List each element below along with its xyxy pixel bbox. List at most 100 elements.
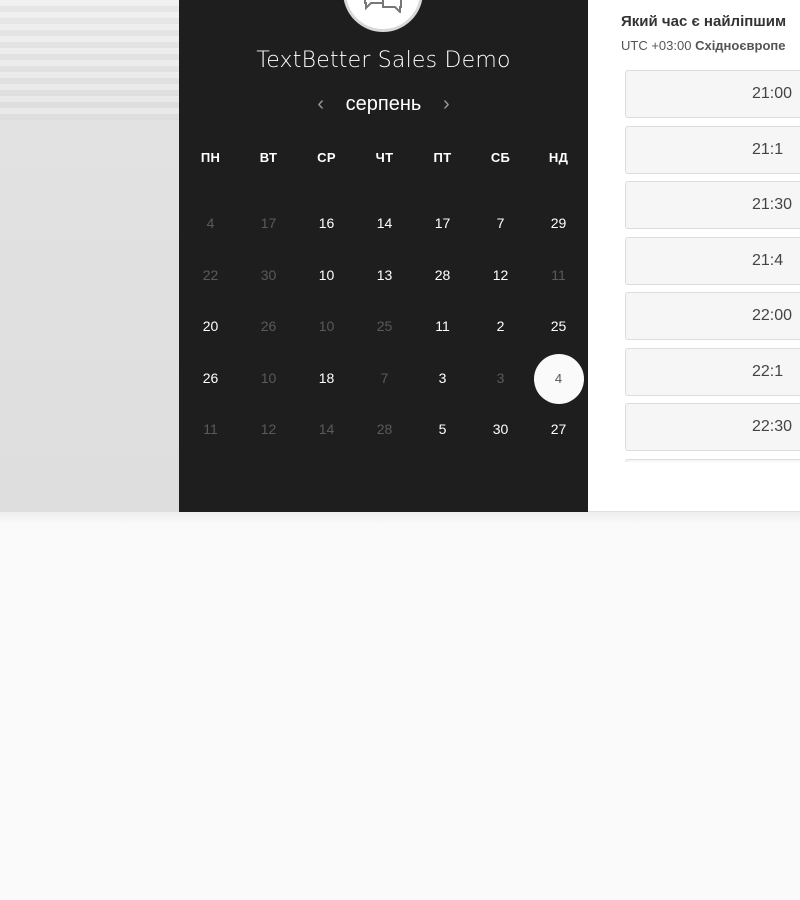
- chat-bubbles-icon: [364, 0, 402, 13]
- calendar-day-number: 3: [496, 369, 505, 386]
- calendar-day-number: 11: [203, 421, 218, 437]
- time-slot-button[interactable]: 21:30: [625, 181, 800, 229]
- calendar-day[interactable]: 10: [298, 252, 356, 298]
- calendar-day: 11: [530, 252, 588, 298]
- calendar-day-number: 4: [533, 353, 584, 404]
- time-slot-button[interactable]: 22:1: [625, 347, 800, 396]
- calendar-day-number: 28: [434, 266, 451, 283]
- calendar-day-number: 12: [260, 421, 277, 437]
- weekday-header: ПН ВТ СР ЧТ ПТ СБ НД: [179, 150, 588, 165]
- calendar-day-number: 18: [318, 369, 335, 386]
- calendar-day-number: 11: [435, 318, 450, 334]
- calendar-day: 25: [356, 303, 414, 349]
- calendar-day-number: 25: [376, 318, 393, 334]
- calendar-day[interactable]: 5: [414, 406, 472, 452]
- calendar-day-number: 13: [376, 266, 393, 283]
- calendar-day[interactable]: 2: [472, 303, 530, 349]
- calendar-day: 3: [472, 355, 530, 401]
- weekday-fri: ПТ: [433, 150, 452, 165]
- calendar-week-row: 20 26 10 25 11 2 25: [179, 303, 588, 349]
- chevron-right-icon[interactable]: ›: [439, 90, 453, 118]
- calendar-day-number: 3: [438, 369, 447, 386]
- calendar-day[interactable]: 30: [472, 406, 530, 452]
- calendar-day[interactable]: 17: [414, 200, 472, 246]
- time-slot-button[interactable]: 22:30: [625, 403, 800, 451]
- calendar-day-number: 26: [202, 369, 219, 386]
- calendar-week-row: 26 10 18 7 3 3 4: [179, 353, 588, 404]
- calendar-day-number: 26: [260, 318, 277, 334]
- calendar-panel: TextBetter Sales Demo ‹ серпень › ПН ВТ …: [179, 0, 588, 512]
- weekday-sat: СБ: [490, 150, 511, 165]
- calendar-day[interactable]: 25: [530, 303, 588, 349]
- time-question-heading: Який час є найліпшим: [621, 13, 787, 30]
- month-navigation: ‹ серпень ›: [179, 90, 588, 118]
- calendar-day-number: 4: [206, 215, 215, 231]
- calendar-day: 30: [240, 252, 298, 298]
- calendar-week-row: 4 17 16 14 17 7 29: [179, 200, 588, 246]
- calendar-day-number: 22: [202, 266, 219, 283]
- calendar-day-number: 27: [550, 421, 567, 437]
- calendar-week-row: 11 12 14 28 5 30 27: [179, 406, 588, 452]
- calendar-day[interactable]: 16: [298, 200, 356, 246]
- calendar-day-number: 20: [202, 318, 219, 334]
- weekday-thu: ЧТ: [375, 150, 394, 165]
- calendar-day: 14: [298, 406, 356, 452]
- weekday-sun: НД: [548, 150, 569, 165]
- calendar-day[interactable]: 18: [298, 355, 356, 401]
- calendar-day[interactable]: 13: [356, 252, 414, 298]
- time-slot-button[interactable]: 21:00: [625, 70, 800, 118]
- calendar-day-number: 14: [376, 215, 393, 231]
- calendar-day-number: 25: [550, 318, 567, 334]
- calendar-day-number: 16: [318, 215, 335, 231]
- calendar-day[interactable]: 27: [530, 406, 588, 452]
- calendar-day-number: 12: [492, 266, 509, 283]
- calendar-day-number: 5: [438, 421, 447, 437]
- time-slot-button[interactable]: 21:4: [625, 236, 800, 285]
- weekday-mon: ПН: [200, 150, 221, 165]
- calendar-day-number: 29: [550, 215, 567, 231]
- timezone-name[interactable]: Східноєвропе: [695, 38, 785, 53]
- calendar-day-number: 14: [318, 421, 335, 437]
- calendar-day-selected[interactable]: 4: [530, 353, 588, 404]
- background-left-panel: [0, 0, 180, 512]
- calendar-day-number: 28: [376, 421, 393, 437]
- chevron-left-icon[interactable]: ‹: [314, 90, 328, 118]
- calendar-day[interactable]: 7: [472, 200, 530, 246]
- calendar-day-number: 2: [496, 318, 505, 334]
- calendar-day-number: 10: [318, 318, 335, 334]
- weekday-wed: СР: [317, 150, 336, 165]
- calendar-day-number: 30: [260, 266, 277, 283]
- calendar-day[interactable]: 28: [414, 252, 472, 298]
- calendar-day[interactable]: 3: [414, 355, 472, 401]
- calendar-day-number: 10: [260, 369, 277, 386]
- calendar-day[interactable]: 14: [356, 200, 414, 246]
- month-label: серпень: [345, 93, 422, 115]
- calendar-day-number: 10: [318, 266, 335, 283]
- event-title: TextBetter Sales Demo: [256, 48, 511, 73]
- calendar-day-number: 11: [551, 266, 566, 283]
- calendar-day[interactable]: 20: [182, 303, 240, 349]
- time-slot-button[interactable]: 21:1: [625, 125, 800, 174]
- panel-shadow: [0, 512, 800, 524]
- calendar-day: 4: [182, 200, 240, 246]
- calendar-week-row: 22 30 10 13 28 12 11: [179, 252, 588, 298]
- time-slot-list[interactable]: 21:00 21:1 21:30 21:4 22:00 22:1 22:30: [625, 70, 800, 462]
- calendar-day: 26: [240, 303, 298, 349]
- calendar-day: 11: [182, 406, 240, 452]
- calendar-day[interactable]: 11: [414, 303, 472, 349]
- calendar-day: 10: [298, 303, 356, 349]
- time-slot-panel: Який час є найліпшим UTC +03:00 Східноєв…: [588, 0, 800, 512]
- calendar-day[interactable]: 12: [472, 252, 530, 298]
- timezone-offset: UTC +03:00: [621, 38, 692, 53]
- avatar: [343, 0, 423, 32]
- calendar-day[interactable]: 29: [530, 200, 588, 246]
- calendar-day: 10: [240, 355, 298, 401]
- calendar-day-number: 17: [260, 215, 277, 231]
- time-slot-button[interactable]: 22:00: [625, 292, 800, 340]
- calendar-day[interactable]: 26: [182, 355, 240, 401]
- time-slot-button[interactable]: [625, 458, 800, 462]
- calendar-day-number: 7: [496, 215, 505, 231]
- calendar-day-number: 30: [492, 421, 509, 437]
- calendar-day: 17: [240, 200, 298, 246]
- calendar-day: 12: [240, 406, 298, 452]
